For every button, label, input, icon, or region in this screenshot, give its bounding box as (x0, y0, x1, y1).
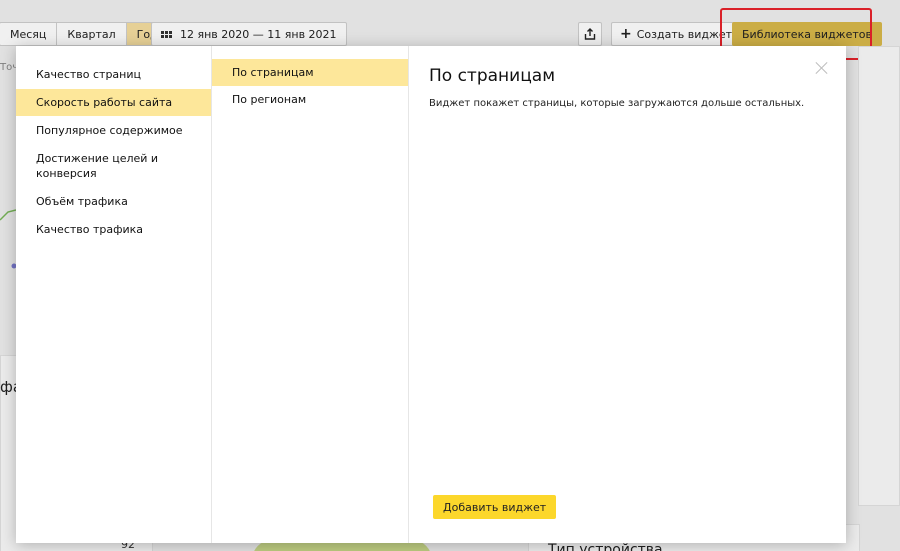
category-site-speed[interactable]: Скорость работы сайта (16, 89, 211, 116)
bg-device-title: Тип устройства (548, 542, 663, 551)
period-month[interactable]: Месяц (0, 23, 58, 45)
dashboard-toolbar: Месяц Квартал Год 12 янв 2020 — 11 янв 2… (0, 0, 900, 60)
detail-description: Виджет покажет страницы, которые загружа… (429, 98, 805, 109)
widget-by-pages[interactable]: По страницам (212, 59, 408, 86)
widget-list: По страницам По регионам (212, 46, 409, 543)
category-list: Качество страниц Скорость работы сайта П… (16, 46, 212, 543)
category-traffic-quality[interactable]: Качество трафика (16, 216, 211, 243)
export-button[interactable] (578, 22, 602, 46)
category-page-quality[interactable]: Качество страниц (16, 61, 211, 88)
share-icon (584, 28, 596, 40)
date-range-button[interactable]: 12 янв 2020 — 11 янв 2021 (151, 22, 347, 46)
category-traffic-volume[interactable]: Объём трафика (16, 188, 211, 215)
add-widget-button[interactable]: Добавить виджет (433, 495, 557, 519)
widget-detail: По страницам Виджет покажет страницы, ко… (409, 46, 846, 543)
plus-icon: + (620, 26, 632, 42)
date-range-label: 12 янв 2020 — 11 янв 2021 (180, 27, 337, 41)
bg-card-right (858, 46, 900, 506)
detail-title: По страницам (429, 66, 556, 86)
bg-line-chart (0, 209, 16, 269)
period-quarter[interactable]: Квартал (57, 23, 127, 45)
calendar-icon (161, 30, 172, 38)
category-goals-conversion[interactable]: Достижение целей и конверсия (16, 145, 211, 187)
category-popular-content[interactable]: Популярное содержимое (16, 117, 211, 144)
period-selector: Месяц Квартал Год (0, 22, 169, 46)
close-icon[interactable] (815, 61, 828, 74)
widget-library-modal: Качество страниц Скорость работы сайта П… (16, 46, 846, 543)
widget-by-regions[interactable]: По регионам (212, 86, 408, 113)
create-widget-label: Создать виджет (636, 27, 733, 41)
